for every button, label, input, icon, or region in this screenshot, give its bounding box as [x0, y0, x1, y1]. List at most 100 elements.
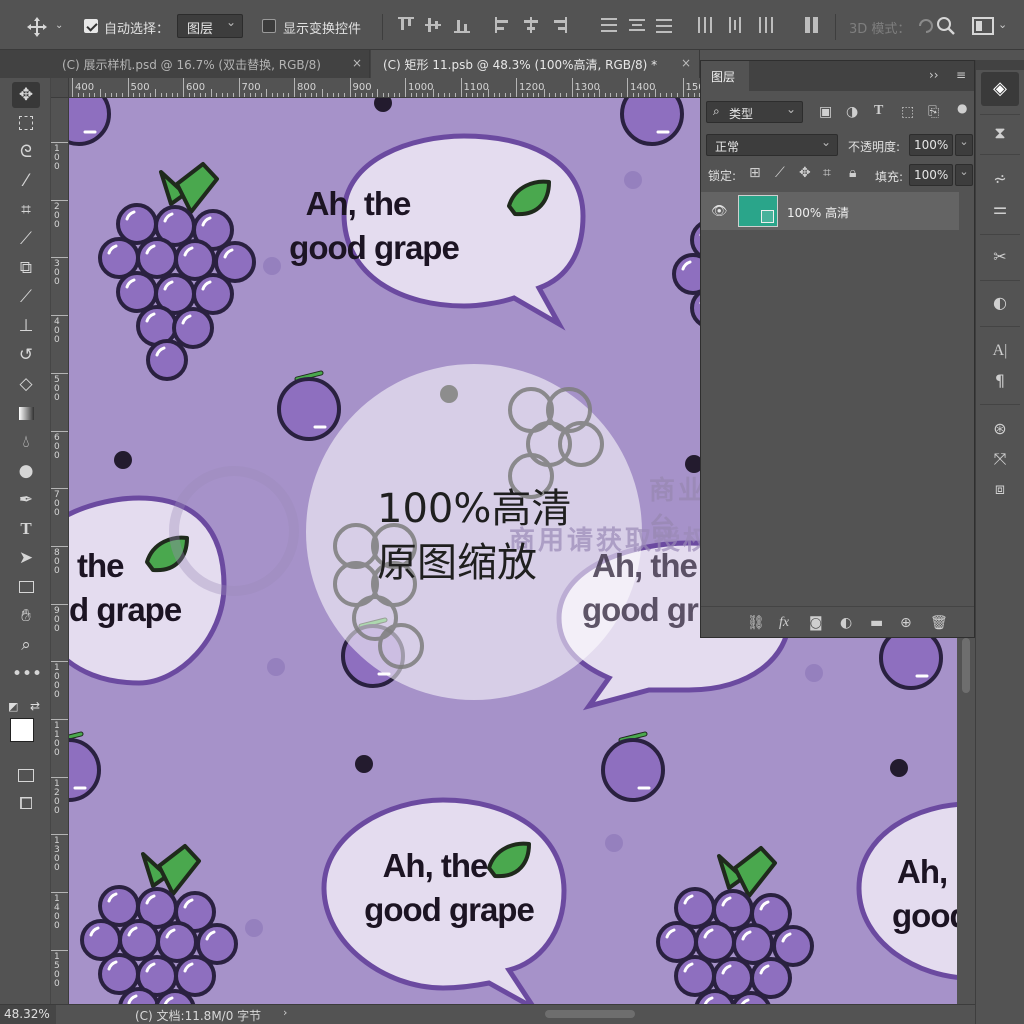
- foreground-color-swatch[interactable]: [10, 718, 34, 742]
- show-transform-checkbox[interactable]: [262, 19, 276, 33]
- close-icon[interactable]: ×: [681, 56, 691, 70]
- magic-wand-tool[interactable]: ⁄: [12, 168, 40, 194]
- align-left-icon[interactable]: [495, 17, 511, 33]
- tab-document-1[interactable]: (C) 展示样机.psd @ 16.7% (双击替换, RGB/8) ×: [50, 50, 370, 78]
- brush-settings-dock-button[interactable]: ⩫: [987, 166, 1013, 192]
- lock-position-icon[interactable]: ✥: [799, 165, 811, 181]
- delete-layer-icon[interactable]: 🗑︎: [930, 615, 948, 631]
- ruler-minor-tick: [665, 93, 667, 97]
- horizontal-ruler[interactable]: 400 500 600 700 800 900 1000 1100 1200 1300 1400 15…: [69, 78, 700, 98]
- layer-filter-dropdown[interactable]: ⌕ 类型: [706, 101, 803, 123]
- eyedropper-tool[interactable]: ⟋: [12, 226, 40, 252]
- vertical-ruler[interactable]: 100 200 300 400 500 600 700 800 900 1000 1100 1200 1…: [51, 98, 69, 1004]
- path-select-tool[interactable]: ➤: [12, 545, 40, 571]
- new-layer-icon[interactable]: ⊕: [900, 615, 912, 631]
- close-icon[interactable]: ×: [352, 56, 362, 70]
- healing-tool[interactable]: ⧉: [12, 255, 40, 281]
- tab-document-2[interactable]: (C) 矩形 11.psb @ 48.3% (100%高清, RGB/8) * …: [371, 50, 700, 78]
- move-tool-icon[interactable]: [26, 16, 48, 38]
- status-menu-caret[interactable]: ›: [283, 1006, 287, 1019]
- history-brush-tool[interactable]: ↺: [12, 342, 40, 368]
- type-tool[interactable]: T: [12, 516, 40, 542]
- history-dock-button[interactable]: ⧗: [987, 120, 1013, 146]
- align-right-icon[interactable]: [551, 17, 567, 33]
- tool-preset-caret-icon[interactable]: ⌄: [55, 20, 63, 31]
- paths-dock-button[interactable]: ⤧: [987, 446, 1013, 472]
- layer-mask-icon[interactable]: ◙: [809, 615, 823, 631]
- character-dock-button[interactable]: A|: [987, 338, 1013, 364]
- opacity-input[interactable]: 100%: [909, 134, 953, 156]
- filter-shape-icon[interactable]: ⬚: [901, 104, 914, 120]
- filter-adjustment-icon[interactable]: ◑: [846, 104, 858, 120]
- search-icon[interactable]: [935, 15, 957, 37]
- workspace-icon[interactable]: [972, 16, 994, 36]
- paragraph-dock-button[interactable]: ¶: [987, 368, 1013, 394]
- distribute-left-icon[interactable]: [697, 17, 713, 33]
- eye-icon[interactable]: 👁︎: [711, 204, 728, 219]
- lock-artboard-icon[interactable]: ⌗: [823, 165, 831, 181]
- panel-menu-icon[interactable]: ≡: [956, 68, 966, 82]
- fx-icon[interactable]: fx: [779, 615, 789, 631]
- align-top-icon[interactable]: [398, 17, 414, 33]
- fill-input[interactable]: 100%: [909, 164, 953, 186]
- layer-name[interactable]: 100% 高清: [787, 204, 849, 221]
- distribute-right-icon[interactable]: [758, 17, 774, 33]
- blur-tool[interactable]: 💧︎: [12, 429, 40, 455]
- fill-caret-icon[interactable]: ⌄: [955, 164, 973, 186]
- properties-dock-button[interactable]: ⚌: [987, 196, 1013, 222]
- lock-transparent-icon[interactable]: ⊞: [749, 165, 761, 181]
- scrollbar-thumb[interactable]: [962, 638, 970, 693]
- distribute-top-icon[interactable]: [601, 17, 617, 33]
- 3d-rotate-icon[interactable]: [915, 15, 937, 37]
- channels-dock-button[interactable]: ⊛: [987, 416, 1013, 442]
- screen-mode-button[interactable]: ⧠: [12, 791, 40, 817]
- tab-layers[interactable]: 图层: [701, 61, 749, 91]
- marquee-tool[interactable]: [12, 110, 40, 136]
- crop-tool[interactable]: ⌗: [12, 197, 40, 223]
- auto-select-dropdown[interactable]: 图层: [177, 14, 243, 38]
- workspace-caret-icon[interactable]: ⌄: [998, 18, 1007, 31]
- lasso-tool[interactable]: ᘓ: [12, 139, 40, 165]
- link-layers-icon[interactable]: ⛓︎: [747, 615, 765, 631]
- pen-tool[interactable]: ✒︎: [12, 487, 40, 513]
- blend-mode-dropdown[interactable]: 正常: [706, 134, 838, 156]
- more-tools[interactable]: •••: [12, 661, 42, 687]
- distribute-vcenter-icon[interactable]: [629, 17, 645, 33]
- distribute-bottom-icon[interactable]: [656, 17, 672, 33]
- filter-toggle-icon[interactable]: ●: [957, 101, 967, 115]
- gradient-tool[interactable]: [12, 400, 40, 426]
- filter-smart-object-icon[interactable]: ⎘: [928, 104, 939, 120]
- default-colors-icon[interactable]: ◩: [8, 700, 18, 713]
- swap-colors-icon[interactable]: ⇄: [30, 699, 40, 713]
- opacity-caret-icon[interactable]: ⌄: [955, 134, 973, 156]
- zoom-tool[interactable]: ⌕: [12, 632, 40, 658]
- stamp-tool[interactable]: ⊥: [12, 313, 40, 339]
- horizontal-scrollbar-thumb[interactable]: [545, 1010, 635, 1018]
- quick-mask-button[interactable]: [12, 762, 40, 788]
- brush-tool[interactable]: ⟋: [12, 284, 40, 310]
- adjustment-layer-icon[interactable]: ◐: [840, 615, 852, 631]
- 3d-dock-button[interactable]: ⧈: [987, 476, 1013, 502]
- layer-row[interactable]: 👁︎ 100% 高清: [701, 192, 959, 230]
- auto-select-checkbox[interactable]: [84, 19, 98, 33]
- layers-dock-button[interactable]: ◈: [981, 72, 1019, 106]
- auto-align-icon[interactable]: [804, 17, 820, 33]
- zoom-level-field[interactable]: 48.32%: [0, 1005, 56, 1024]
- collapse-panel-icon[interactable]: ››: [929, 68, 939, 82]
- tools-dock-button[interactable]: ✂︎: [987, 244, 1013, 270]
- adjustments-dock-button[interactable]: ◐: [987, 290, 1013, 316]
- align-vcenter-icon[interactable]: [425, 17, 441, 33]
- shape-tool[interactable]: [12, 574, 40, 600]
- hand-tool[interactable]: ✋︎: [12, 603, 40, 629]
- align-bottom-icon[interactable]: [454, 17, 470, 33]
- new-group-icon[interactable]: ▬: [870, 615, 883, 631]
- filter-type-icon[interactable]: T: [874, 103, 883, 119]
- distribute-hcenter-icon[interactable]: [727, 17, 743, 33]
- filter-pixel-icon[interactable]: ▣: [819, 104, 832, 120]
- eraser-tool[interactable]: ◇: [12, 371, 40, 397]
- move-tool[interactable]: ✥: [12, 82, 40, 108]
- dodge-tool[interactable]: ●: [12, 458, 40, 484]
- align-hcenter-icon[interactable]: [523, 17, 539, 33]
- lock-pixels-icon[interactable]: ⟋: [775, 165, 785, 181]
- lock-all-icon[interactable]: 🔒︎: [849, 165, 856, 181]
